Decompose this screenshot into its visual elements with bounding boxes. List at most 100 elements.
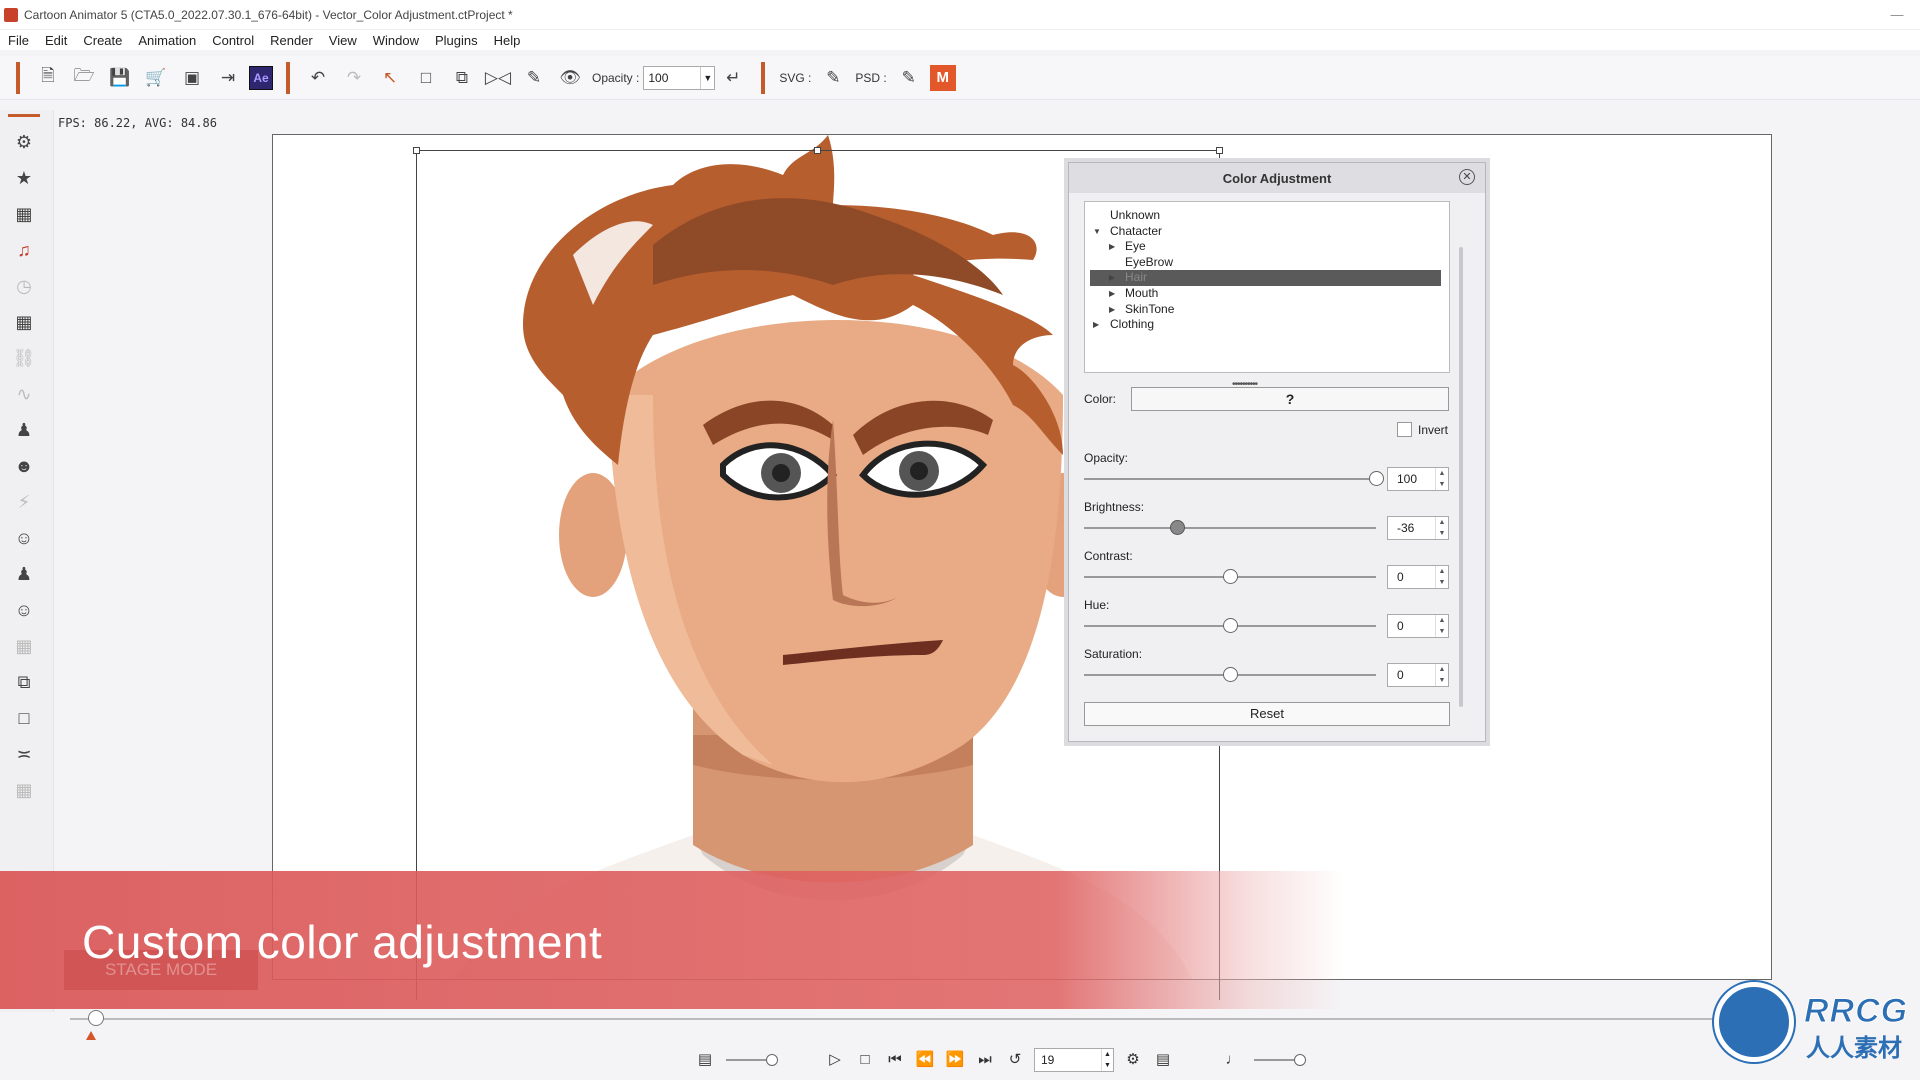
tree-item-chatacter[interactable]: ▼ Chatacter: [1085, 224, 1449, 240]
tree-item-skintone[interactable]: ▶ SkinTone: [1085, 302, 1449, 318]
close-icon[interactable]: ✕: [1459, 169, 1475, 185]
timeline-marker-icon[interactable]: [86, 1031, 96, 1040]
transform-icon[interactable]: ⧉: [447, 63, 477, 93]
flip-icon[interactable]: ▷◁: [483, 63, 513, 93]
brightness-slider-track[interactable]: [1084, 527, 1376, 529]
tree-item-hair[interactable]: ▶ Hair: [1090, 270, 1441, 286]
chevron-down-icon[interactable]: ▼: [700, 66, 714, 89]
hue-spinbox[interactable]: 0 ▲ ▼: [1387, 614, 1449, 638]
spin-arrows-icon[interactable]: ▲ ▼: [1435, 517, 1448, 539]
spring-icon[interactable]: ≍: [12, 742, 36, 766]
redo-icon[interactable]: ↷: [339, 63, 369, 93]
music-note-icon[interactable]: ♩: [1218, 1048, 1248, 1072]
brightness-slider-thumb[interactable]: [1169, 520, 1185, 535]
opacity-slider-track[interactable]: [1084, 478, 1376, 480]
hue-slider-thumb[interactable]: [1222, 618, 1238, 633]
timeline-playhead[interactable]: [88, 1010, 104, 1026]
brightness-spinbox[interactable]: -36 ▲ ▼: [1387, 516, 1449, 540]
spin-arrows-icon[interactable]: ▲ ▼: [1435, 468, 1448, 490]
menu-create[interactable]: Create: [75, 33, 130, 48]
audio-lipsync-icon[interactable]: ♫: [12, 238, 36, 262]
comment-icon[interactable]: ▤: [690, 1048, 720, 1072]
tree-item-eyebrow[interactable]: EyeBrow: [1085, 255, 1449, 271]
spin-arrows-icon[interactable]: ▲ ▼: [1435, 615, 1448, 637]
body-icon[interactable]: ♟: [12, 562, 36, 586]
loop-icon[interactable]: ↺: [1000, 1048, 1030, 1072]
invert-checkbox[interactable]: [1397, 422, 1412, 437]
character-composer-icon[interactable]: ⚙: [12, 130, 36, 154]
color-swatch-field[interactable]: ?: [1131, 387, 1449, 411]
play-icon[interactable]: ▷: [820, 1048, 850, 1072]
sprite-editor-icon[interactable]: ▦: [12, 202, 36, 226]
panel-header[interactable]: Color Adjustment ✕: [1069, 163, 1485, 193]
contrast-slider-thumb[interactable]: [1222, 569, 1238, 584]
export-icon[interactable]: ⇥: [213, 63, 243, 93]
menu-animation[interactable]: Animation: [130, 33, 204, 48]
expand-right-icon[interactable]: ▶: [1109, 302, 1115, 318]
prev-key-icon[interactable]: ⏪: [910, 1048, 940, 1072]
select-arrow-icon[interactable]: ↖: [375, 63, 405, 93]
psd-edit-icon[interactable]: ✎: [894, 63, 924, 93]
tree-item-unknown[interactable]: Unknown: [1085, 208, 1449, 224]
menu-edit[interactable]: Edit: [37, 33, 75, 48]
expand-right-icon[interactable]: ▶: [1109, 270, 1115, 286]
minimize-button[interactable]: —: [1874, 0, 1920, 30]
preview-icon[interactable]: ▣: [177, 63, 207, 93]
face-icon[interactable]: ☺: [12, 526, 36, 550]
selection-handle[interactable]: [1216, 147, 1223, 154]
expand-right-icon[interactable]: ▶: [1093, 317, 1099, 333]
frame-number-field[interactable]: 19 ▲ ▼: [1034, 1048, 1114, 1072]
after-effects-icon[interactable]: Ae: [249, 65, 273, 90]
opacity-slider-thumb[interactable]: [1368, 471, 1384, 486]
head-icon[interactable]: ☺: [12, 598, 36, 622]
tree-item-clothing[interactable]: ▶ Clothing: [1085, 317, 1449, 333]
zoom-slider[interactable]: [726, 1054, 778, 1066]
menu-window[interactable]: Window: [365, 33, 427, 48]
undo-icon[interactable]: ↶: [303, 63, 333, 93]
expand-down-icon[interactable]: ▼: [1093, 224, 1101, 240]
page-icon[interactable]: □: [411, 63, 441, 93]
panel-scrollbar[interactable]: [1459, 247, 1463, 707]
open-folder-icon[interactable]: 🗁: [69, 63, 99, 93]
ruler-icon[interactable]: ✎: [519, 63, 549, 93]
stage-canvas[interactable]: [272, 134, 1772, 980]
grid-icon[interactable]: ▦: [12, 310, 36, 334]
spin-arrows-icon[interactable]: ▲ ▼: [1101, 1049, 1113, 1071]
opacity-dropdown[interactable]: 100 ▼: [643, 65, 716, 90]
last-frame-icon[interactable]: ⏭: [970, 1048, 1000, 1072]
new-file-icon[interactable]: 🗎: [33, 63, 63, 93]
menu-render[interactable]: Render: [262, 33, 321, 48]
svg-edit-icon[interactable]: ✎: [818, 63, 848, 93]
store-cart-icon[interactable]: 🛒: [141, 63, 171, 93]
save-icon[interactable]: 💾: [105, 63, 135, 93]
expand-right-icon[interactable]: ▶: [1109, 239, 1115, 255]
menu-file[interactable]: File: [0, 33, 37, 48]
selection-handle[interactable]: [814, 147, 821, 154]
menu-view[interactable]: View: [321, 33, 365, 48]
settings-gear-icon[interactable]: ⚙: [1118, 1048, 1148, 1072]
puppet-icon[interactable]: ☻: [12, 454, 36, 478]
timeline-track[interactable]: [70, 1018, 1770, 1020]
timeline-panel-icon[interactable]: ▤: [1148, 1048, 1178, 1072]
layers-icon[interactable]: ⧉: [12, 670, 36, 694]
spin-arrows-icon[interactable]: ▲ ▼: [1435, 664, 1448, 686]
contrast-spinbox[interactable]: 0 ▲ ▼: [1387, 565, 1449, 589]
bounding-box-icon[interactable]: □: [12, 706, 36, 730]
eye-icon[interactable]: 👁: [555, 63, 585, 93]
character-illustration[interactable]: [273, 135, 1772, 980]
pose-icon[interactable]: ♟: [12, 418, 36, 442]
tree-item-mouth[interactable]: ▶ Mouth: [1085, 286, 1449, 302]
spin-arrows-icon[interactable]: ▲ ▼: [1435, 566, 1448, 588]
expand-right-icon[interactable]: ▶: [1109, 286, 1115, 302]
menu-plugins[interactable]: Plugins: [427, 33, 486, 48]
selection-handle[interactable]: [413, 147, 420, 154]
menu-control[interactable]: Control: [204, 33, 262, 48]
saturation-spinbox[interactable]: 0 ▲ ▼: [1387, 663, 1449, 687]
bone-editor-icon[interactable]: ★: [12, 166, 36, 190]
menu-help[interactable]: Help: [486, 33, 529, 48]
first-frame-icon[interactable]: ⏮: [880, 1048, 910, 1072]
opacity-spinbox[interactable]: 100 ▲ ▼: [1387, 467, 1449, 491]
reset-transform-icon[interactable]: ↵: [718, 63, 748, 93]
volume-slider[interactable]: [1254, 1054, 1306, 1066]
m-plugin-icon[interactable]: M: [929, 64, 956, 91]
